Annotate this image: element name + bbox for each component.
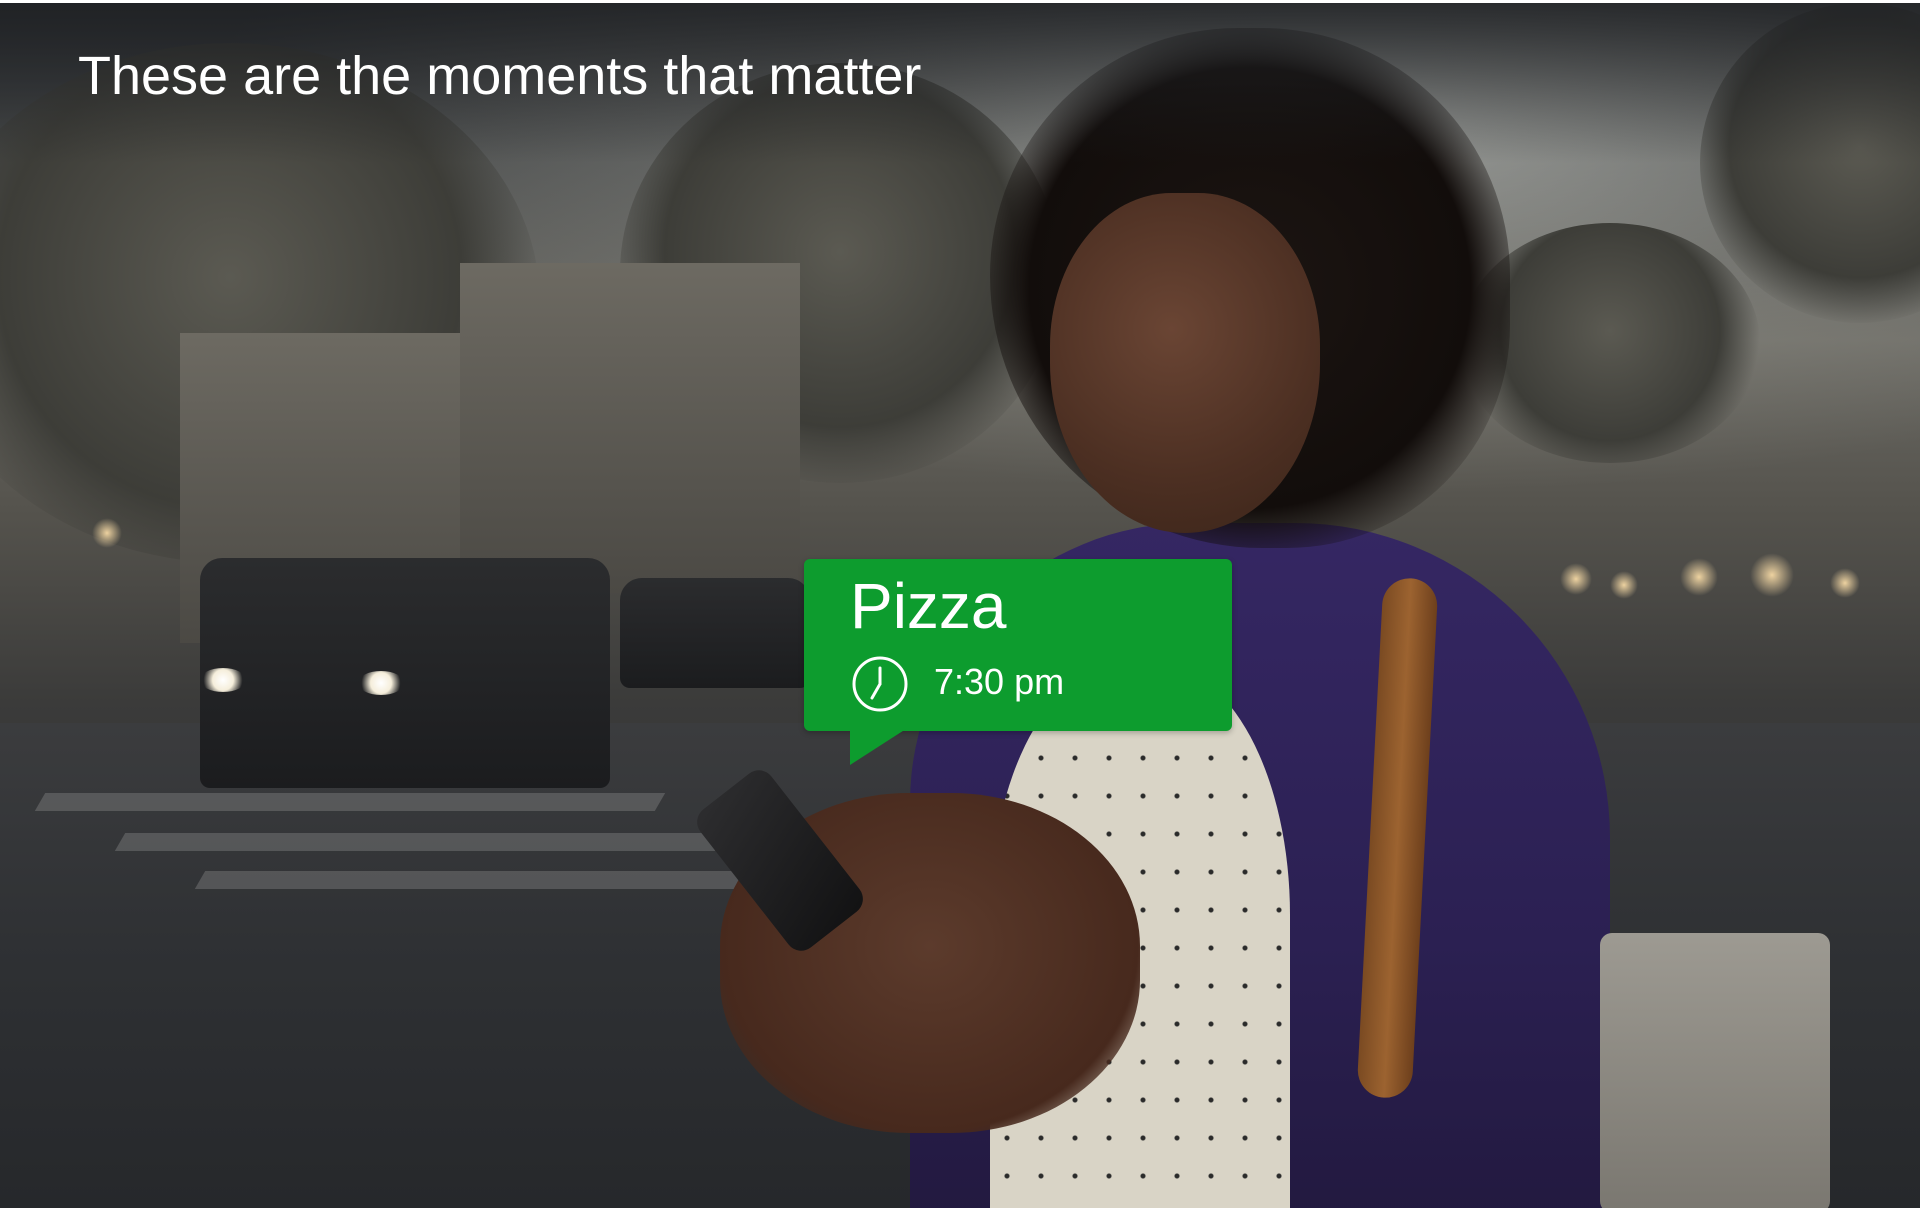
building-center <box>460 263 800 593</box>
bokeh-light <box>1680 558 1718 596</box>
reminder-time: 7:30 pm <box>934 661 1065 702</box>
crosswalk-stripe <box>194 871 766 889</box>
bokeh-light <box>1830 568 1860 598</box>
notification-pointer <box>850 729 906 765</box>
woman-face <box>1050 193 1320 533</box>
bokeh-light <box>92 518 122 548</box>
reminder-title: Pizza <box>850 570 1007 642</box>
car-headlight <box>358 671 404 695</box>
crosswalk-stripe <box>114 833 726 851</box>
bokeh-light <box>1560 563 1592 595</box>
crosswalk-stripe <box>34 793 666 811</box>
bokeh-light <box>1610 571 1638 599</box>
car <box>200 558 610 788</box>
slide-headline: These are the moments that matter <box>78 46 922 106</box>
car-headlight <box>200 668 246 692</box>
bokeh-light <box>1750 553 1794 597</box>
parked-car <box>620 578 810 688</box>
handbag <box>1600 933 1830 1208</box>
clock-icon <box>852 656 908 712</box>
reminder-notification: Pizza 7:30 pm <box>804 559 1232 731</box>
slide: These are the moments that matter Pizza … <box>0 3 1920 1208</box>
